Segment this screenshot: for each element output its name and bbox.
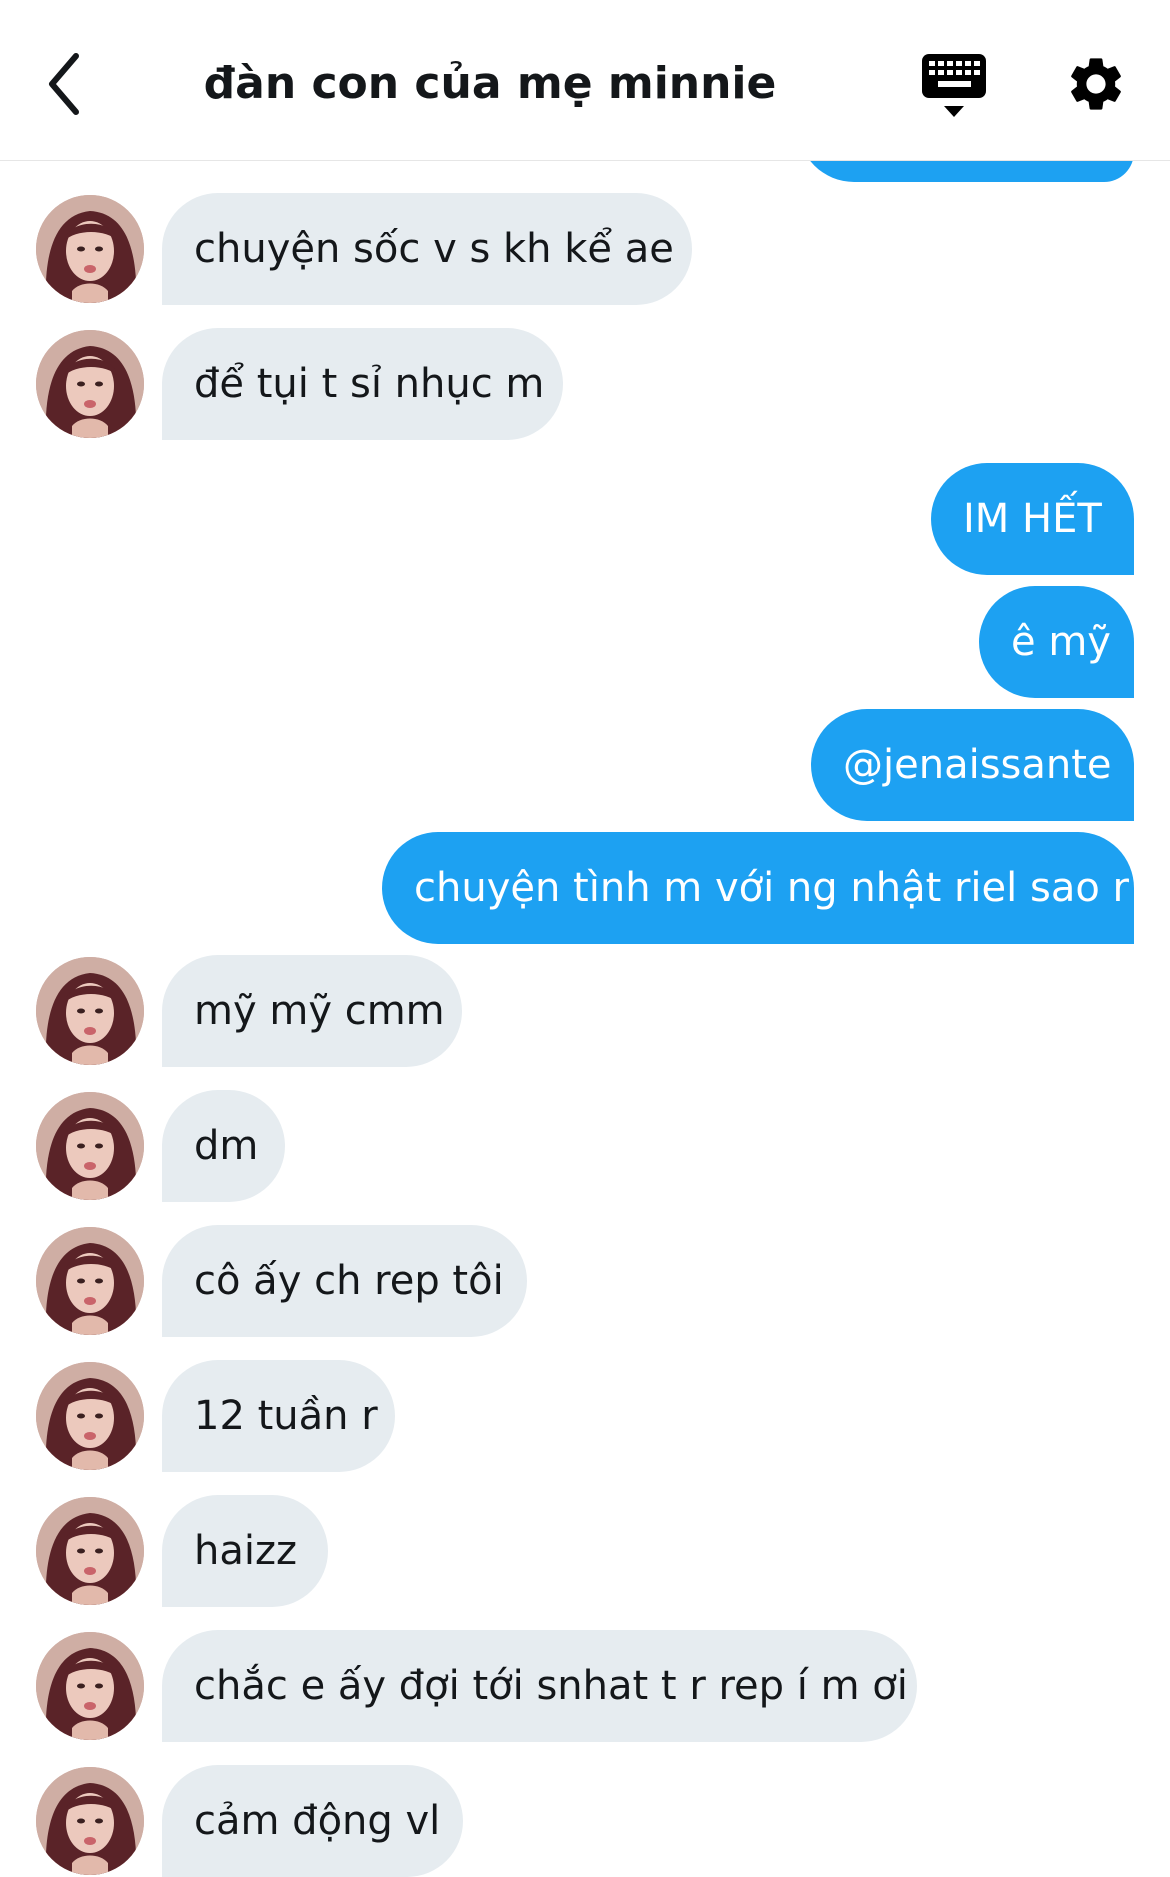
outgoing-message-bubble[interactable]: @jenaissante [811,709,1134,821]
message-row: haizz [0,1495,1170,1607]
message-text: chuyện tình m với ng nhật riel sao r [414,865,1129,911]
message-row: chuyện tình m với ng nhật riel sao r [0,832,1170,944]
message-row: 12 tuần r [0,1360,1170,1472]
message-text: haizz [194,1528,297,1574]
avatar-image [36,1632,144,1740]
avatar-image [36,1092,144,1200]
chevron-left-icon [49,53,79,115]
outgoing-message-bubble[interactable]: chuyện tình m với ng nhật riel sao r [382,832,1134,944]
avatar[interactable] [36,1092,144,1200]
message-text: cô ấy ch rep tôi [194,1258,504,1304]
avatar-image [36,330,144,438]
avatar[interactable] [36,330,144,438]
message-text: để tụi t sỉ nhục m [194,361,545,407]
avatar-image [36,957,144,1065]
message-row: mỹ mỹ cmm [0,955,1170,1067]
keyboard-button[interactable] [918,48,990,122]
avatar[interactable] [36,1632,144,1740]
message-text: IM HẾT [963,496,1102,542]
avatar-image [36,1497,144,1605]
message-text: 12 tuần r [194,1393,378,1439]
conversation-header: đàn con của mẹ minnie [0,0,1170,161]
message-row: chuyện sốc v s kh kể ae [0,193,1170,305]
message-row: ê mỹ [0,586,1170,698]
message-row: cảm động vl [0,1765,1170,1877]
message-row: để tụi t sỉ nhục m [0,328,1170,440]
incoming-message-bubble[interactable]: dm [162,1090,285,1202]
message-text: chắc e ấy đợi tới snhat t r rep í m ơi [194,1663,908,1709]
avatar-image [36,1362,144,1470]
message-text: chuyện sốc v s kh kể ae [194,226,674,272]
message-row: dm [0,1090,1170,1202]
message-row: cô ấy ch rep tôi [0,1225,1170,1337]
message-text: ê mỹ [1011,619,1111,665]
incoming-message-bubble[interactable]: cảm động vl [162,1765,463,1877]
keyboard-icon [922,54,986,117]
avatar-image [36,1227,144,1335]
back-button[interactable] [40,48,96,120]
avatar[interactable] [36,1362,144,1470]
avatar[interactable] [36,1497,144,1605]
message-text: mỹ mỹ cmm [194,988,445,1034]
avatar[interactable] [36,195,144,303]
incoming-message-bubble[interactable]: để tụi t sỉ nhục m [162,328,563,440]
avatar[interactable] [36,1767,144,1875]
message-row: @jenaissante [0,709,1170,821]
settings-button[interactable] [1064,52,1128,116]
incoming-message-bubble[interactable]: cô ấy ch rep tôi [162,1225,527,1337]
avatar[interactable] [36,1227,144,1335]
gear-icon [1071,58,1121,110]
outgoing-message-bubble[interactable]: ê mỹ [979,586,1134,698]
message-text: cảm động vl [194,1798,441,1844]
avatar-image [36,1767,144,1875]
message-thread[interactable]: chuyện sốc v s kh kể ae để tụi t sỉ nhục… [0,0,1170,1877]
incoming-message-bubble[interactable]: chắc e ấy đợi tới snhat t r rep í m ơi [162,1630,917,1742]
outgoing-message-bubble[interactable]: IM HẾT [931,463,1134,575]
incoming-message-bubble[interactable]: haizz [162,1495,328,1607]
incoming-message-bubble[interactable]: 12 tuần r [162,1360,395,1472]
conversation-title: đàn con của mẹ minnie [203,58,777,109]
incoming-message-bubble[interactable]: chuyện sốc v s kh kể ae [162,193,692,305]
message-text: @jenaissante [843,742,1112,788]
message-row: IM HẾT [0,463,1170,575]
message-row: chắc e ấy đợi tới snhat t r rep í m ơi [0,1630,1170,1742]
message-text: dm [194,1123,259,1169]
incoming-message-bubble[interactable]: mỹ mỹ cmm [162,955,462,1067]
avatar-image [36,195,144,303]
avatar[interactable] [36,957,144,1065]
